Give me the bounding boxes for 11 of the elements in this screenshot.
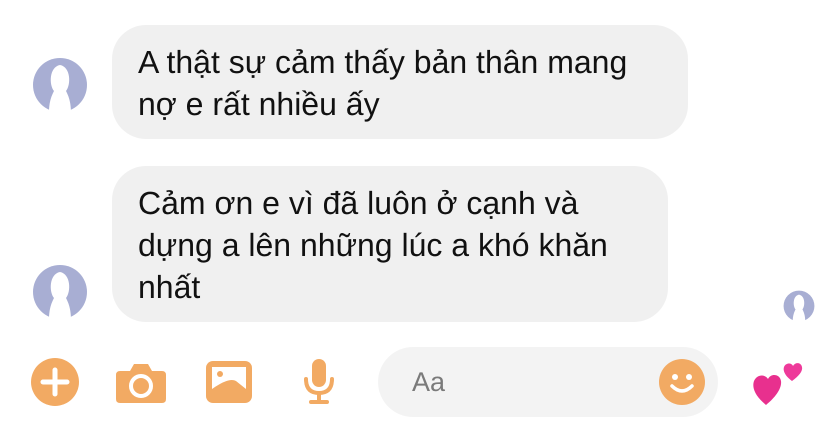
smiley-icon[interactable] xyxy=(658,358,706,406)
microphone-icon[interactable] xyxy=(302,359,336,405)
avatar-icon xyxy=(32,57,88,113)
message-input-field[interactable]: Aa xyxy=(410,366,658,398)
image-icon[interactable] xyxy=(206,361,252,403)
camera-icon[interactable] xyxy=(116,361,166,403)
message-text: A thật sự cảm thấy bản thân mang nợ e rất nhiều ấy xyxy=(138,43,628,124)
message-field[interactable]: Aa xyxy=(378,347,718,417)
avatar-icon xyxy=(32,264,88,320)
plus-icon[interactable] xyxy=(30,357,80,407)
message-text: Cảm ơn e vì đã luôn ở cạnh và dựng a lên những lúc a khó khăn nhất xyxy=(138,184,609,307)
